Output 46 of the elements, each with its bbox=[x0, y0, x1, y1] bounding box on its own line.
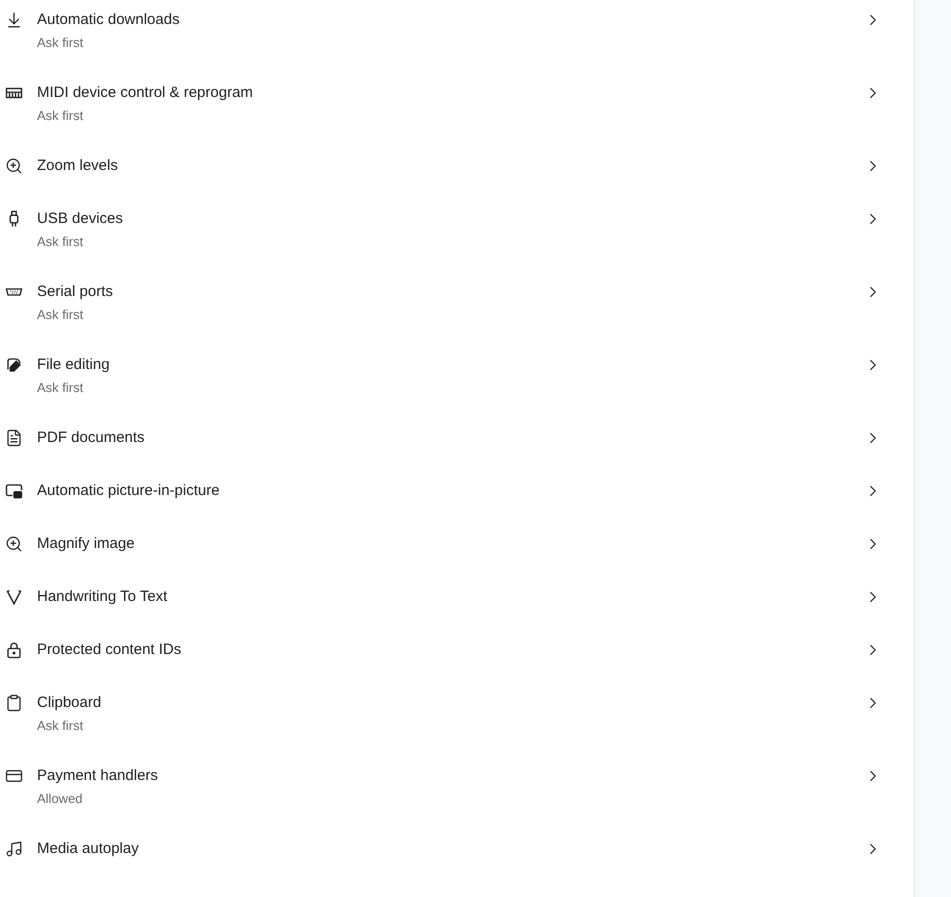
settings-row[interactable]: MIDI device control & reprogram Ask first bbox=[0, 67, 914, 140]
setting-status: Ask first bbox=[37, 717, 84, 735]
setting-title: Automatic picture-in-picture bbox=[37, 481, 221, 501]
settings-row[interactable]: Media autoplay bbox=[0, 823, 914, 876]
padlock-icon bbox=[5, 641, 23, 659]
setting-title: Handwriting To Text bbox=[37, 587, 168, 607]
zoom-in-icon bbox=[5, 535, 23, 553]
pen-on-page-icon bbox=[5, 356, 23, 374]
music-note-icon bbox=[5, 840, 23, 858]
settings-row[interactable]: Zoom levels bbox=[0, 140, 914, 193]
setting-title: MIDI device control & reprogram bbox=[37, 83, 254, 103]
setting-title: Protected content IDs bbox=[37, 640, 182, 660]
setting-status: Ask first bbox=[37, 306, 84, 324]
setting-title: File editing bbox=[37, 355, 111, 375]
setting-status: Ask first bbox=[37, 379, 84, 397]
settings-row[interactable]: Protected content IDs bbox=[0, 624, 914, 677]
setting-title: Payment handlers bbox=[37, 766, 159, 786]
settings-row[interactable]: File editing Ask first bbox=[0, 339, 914, 412]
setting-title: Clipboard bbox=[37, 693, 102, 713]
card-icon bbox=[5, 767, 23, 785]
setting-status: Ask first bbox=[37, 233, 84, 251]
settings-row[interactable]: Clipboard Ask first bbox=[0, 677, 914, 750]
setting-title: PDF documents bbox=[37, 428, 146, 448]
settings-row[interactable]: USB devices Ask first bbox=[0, 193, 914, 266]
setting-title: USB devices bbox=[37, 209, 124, 229]
zoom-in-icon bbox=[5, 157, 23, 175]
settings-row[interactable]: Automatic downloads Ask first bbox=[0, 0, 914, 67]
settings-row[interactable]: Payment handlers Allowed bbox=[0, 750, 914, 823]
pen-nib-icon bbox=[5, 588, 23, 606]
setting-status: Ask first bbox=[37, 107, 84, 125]
setting-title: Media autoplay bbox=[37, 839, 140, 859]
settings-row[interactable]: Automatic picture-in-picture bbox=[0, 465, 914, 518]
setting-status: Ask first bbox=[37, 34, 84, 52]
setting-title: Automatic downloads bbox=[37, 10, 181, 30]
settings-row[interactable]: Serial ports Ask first bbox=[0, 266, 914, 339]
settings-row[interactable]: Handwriting To Text bbox=[0, 571, 914, 624]
picture-in-picture-icon bbox=[5, 482, 23, 500]
download-icon bbox=[5, 11, 23, 29]
settings-row[interactable]: PDF documents bbox=[0, 412, 914, 465]
setting-title: Magnify image bbox=[37, 534, 136, 554]
clipboard-icon bbox=[5, 694, 23, 712]
setting-status: Allowed bbox=[37, 790, 84, 808]
setting-title: Serial ports bbox=[37, 282, 114, 302]
setting-title: Zoom levels bbox=[37, 156, 119, 176]
settings-row[interactable]: Magnify image bbox=[0, 518, 914, 571]
document-icon bbox=[5, 429, 23, 447]
